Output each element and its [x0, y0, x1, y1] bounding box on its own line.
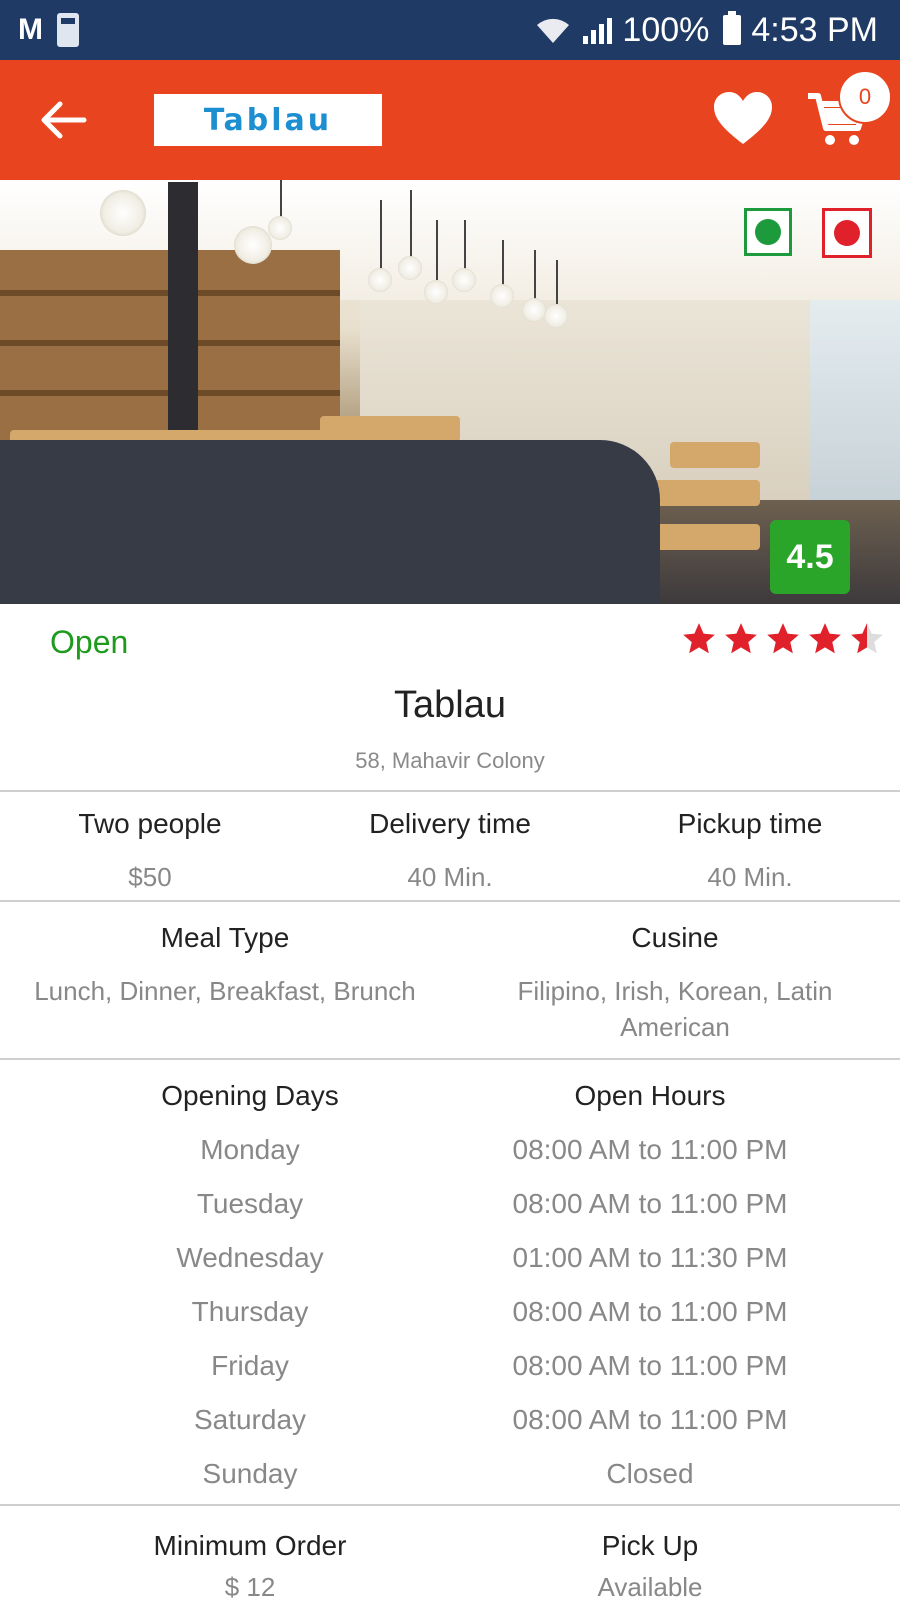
app-bar: Tablau 0 [0, 60, 900, 180]
divider [0, 900, 900, 902]
schedule-hours: 08:00 AM to 11:00 PM [512, 1296, 788, 1327]
photo-window [810, 300, 900, 500]
delivery-time-label: Delivery time [369, 808, 531, 839]
cuisine-label: Cusine [631, 922, 719, 953]
status-bar: M 100% 4:53 PM [0, 0, 900, 60]
rating-badge: 4.5 [770, 520, 850, 594]
pickup-time-value: 40 Min. [707, 862, 793, 892]
non-veg-indicator-icon [822, 208, 872, 258]
two-people-value: $50 [128, 862, 172, 892]
veg-indicator-icon [744, 208, 792, 256]
sd-card-icon [57, 13, 79, 47]
meal-type-label: Meal Type [160, 922, 290, 953]
pick-up-label: Pick Up [601, 1530, 699, 1561]
restaurant-address: 58, Mahavir Colony [355, 748, 545, 773]
open-status: Open [50, 624, 129, 660]
star-icon [767, 623, 799, 654]
schedule-day: Monday [200, 1134, 300, 1165]
schedule-hours: 08:00 AM to 11:00 PM [512, 1188, 788, 1219]
restaurant-photo: 4.5 [0, 180, 900, 604]
half-star-icon [851, 623, 883, 654]
pick-up-value: Available [597, 1572, 703, 1602]
schedule-hours: Closed [606, 1458, 694, 1489]
clock: 4:53 PM [751, 10, 878, 49]
meal-type-value: Lunch, Dinner, Breakfast, Brunch [34, 976, 416, 1006]
divider [0, 790, 900, 792]
schedule-day: Saturday [193, 1404, 307, 1435]
cart-count-badge[interactable]: 0 [838, 70, 892, 124]
schedule-day: Wednesday [176, 1242, 324, 1273]
star-icon [725, 623, 757, 654]
signal-icon [583, 16, 613, 44]
schedule-day: Tuesday [196, 1188, 304, 1219]
notification-app-icon: M [18, 13, 43, 46]
schedule-day: Friday [211, 1350, 289, 1381]
star-icon [683, 623, 715, 654]
logo-text: Tablau [203, 102, 333, 138]
schedule-hours: 08:00 AM to 11:00 PM [512, 1350, 788, 1381]
star-rating [680, 620, 886, 658]
pickup-time-label: Pickup time [677, 808, 823, 839]
open-hours-label: Open Hours [574, 1080, 726, 1111]
photo-pillar [168, 182, 198, 442]
schedule-hours: 08:00 AM to 11:00 PM [512, 1134, 788, 1165]
opening-days-label: Opening Days [161, 1080, 339, 1111]
star-icon [809, 623, 841, 654]
schedule-hours: 01:00 AM to 11:30 PM [512, 1242, 788, 1273]
wifi-icon [537, 18, 570, 43]
restaurant-name: Tablau [394, 684, 506, 726]
delivery-time-value: 40 Min. [407, 862, 493, 892]
divider [0, 1058, 900, 1060]
minimum-order-label: Minimum Order [153, 1530, 347, 1561]
schedule-hours: 08:00 AM to 11:00 PM [512, 1404, 788, 1435]
restaurant-logo: Tablau [154, 94, 382, 146]
photo-bench [0, 440, 660, 604]
minimum-order-value: $ 12 [224, 1572, 276, 1602]
cuisine-value-line1: Filipino, Irish, Korean, Latin [517, 976, 833, 1006]
favorite-heart-icon[interactable] [712, 90, 774, 148]
back-arrow-icon[interactable] [34, 96, 94, 144]
schedule-day: Sunday [202, 1458, 298, 1489]
battery-icon [723, 11, 742, 45]
two-people-label: Two people [78, 808, 222, 839]
divider [0, 1504, 900, 1506]
battery-percent: 100% [622, 10, 710, 49]
cuisine-value-line2: American [620, 1012, 730, 1042]
schedule-day: Thursday [191, 1296, 309, 1327]
